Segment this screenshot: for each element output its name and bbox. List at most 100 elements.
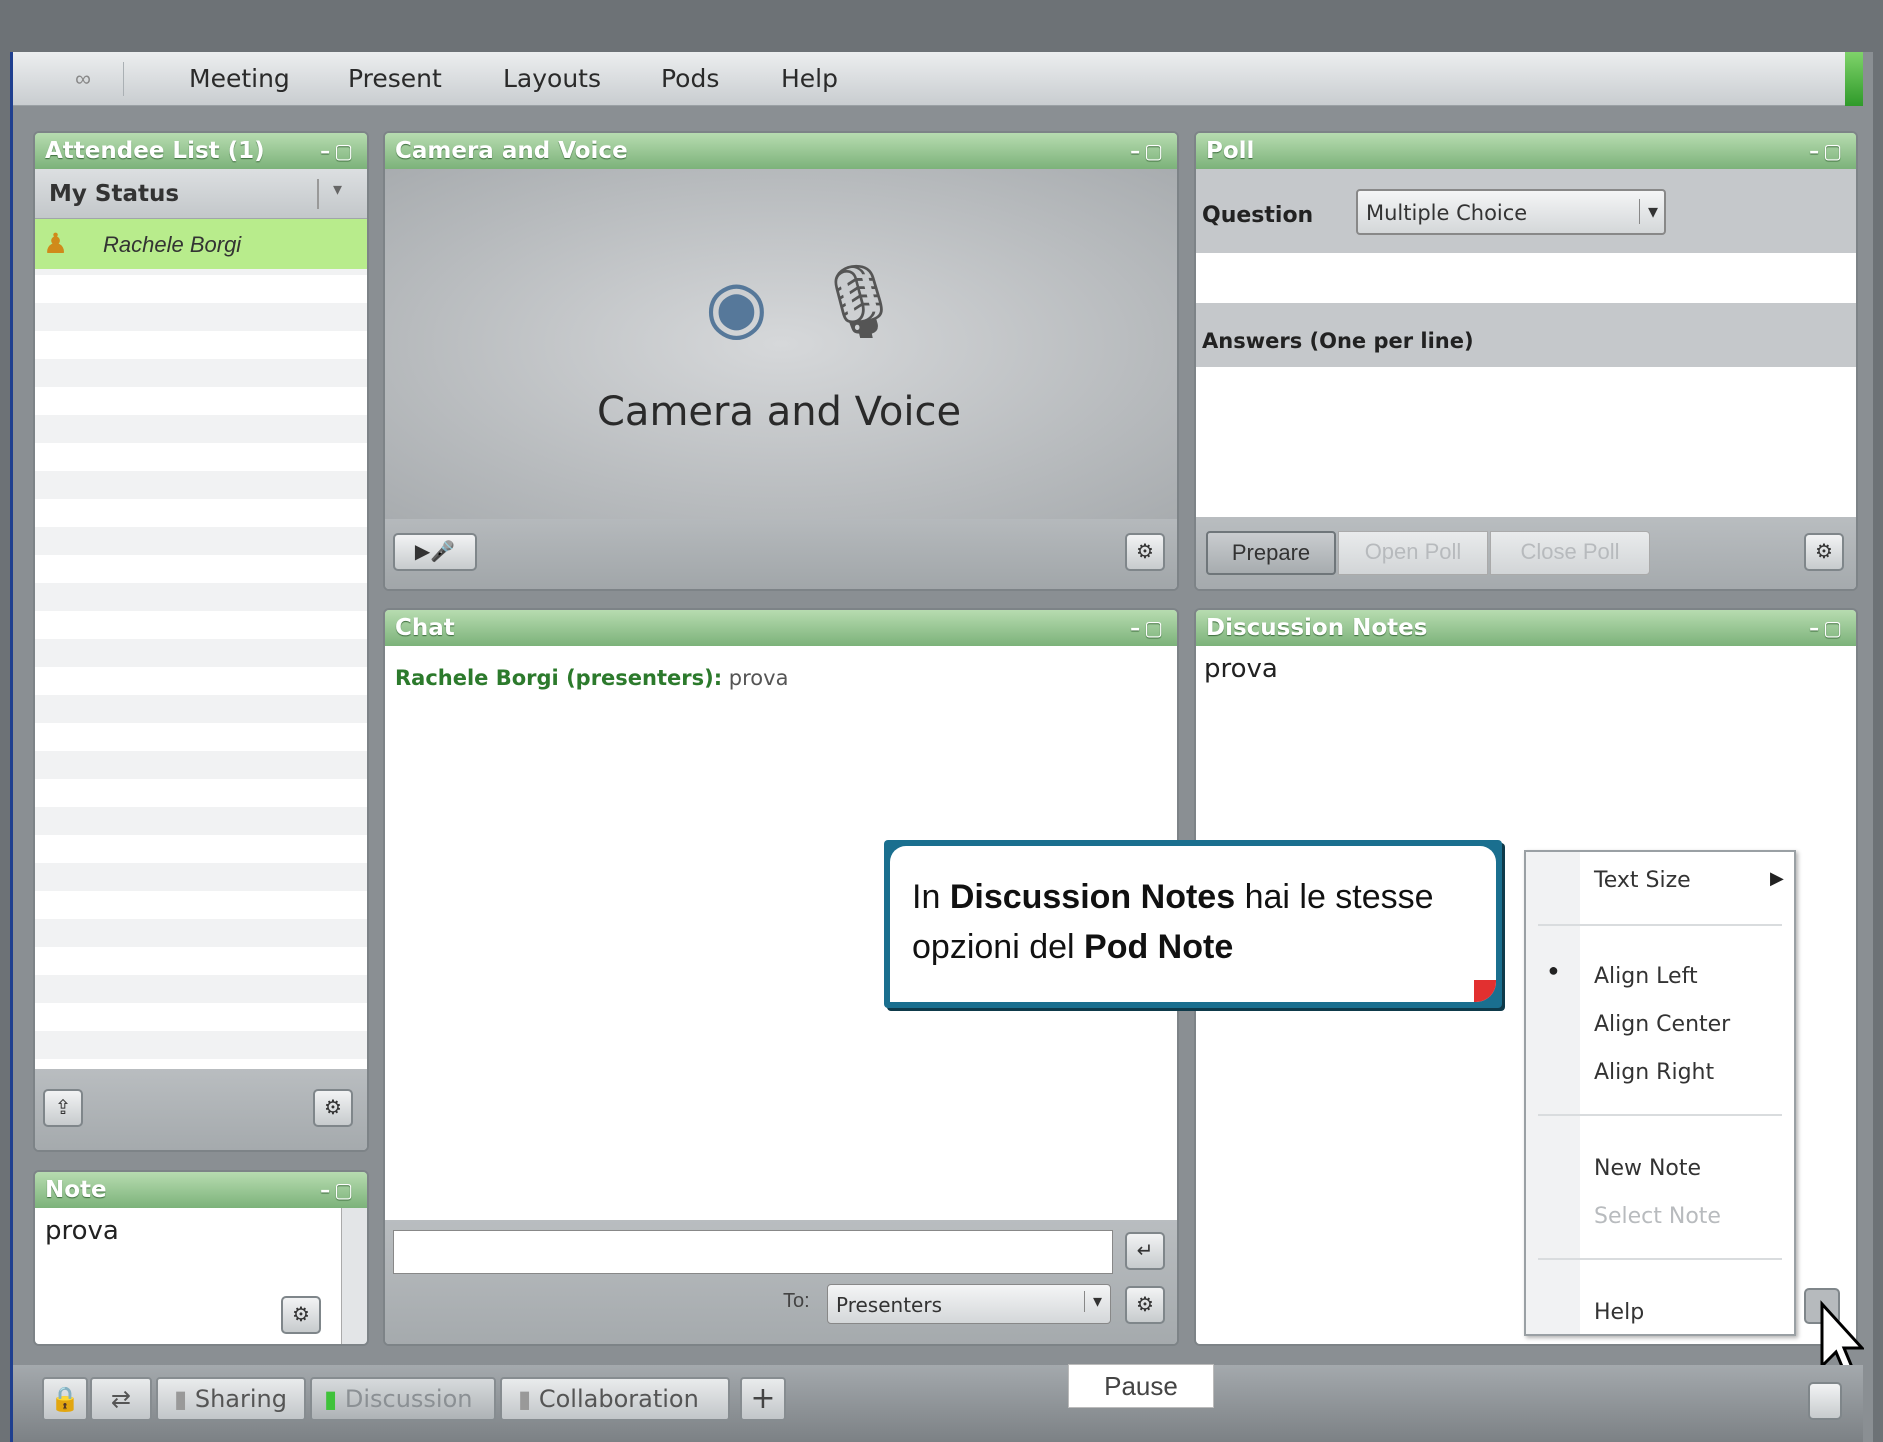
submenu-arrow-icon: ▶ (1770, 868, 1784, 888)
pod-options-icon[interactable]: ⚙ (1125, 533, 1165, 571)
chat-recipient-select[interactable]: Presenters ▾ (827, 1284, 1111, 1324)
open-poll-button[interactable]: Open Poll (1338, 531, 1488, 575)
chat-input-area: ↵ To: Presenters ▾ ⚙ (385, 1220, 1177, 1344)
attendee-footer: ⇪ ⚙ (35, 1069, 367, 1150)
menu-separator (1538, 924, 1782, 926)
tab-collaboration[interactable]: ▮ Collaboration (500, 1377, 730, 1421)
menu-separator (1538, 1114, 1782, 1116)
callout-text-part: In (912, 878, 950, 916)
menu-item-align-right[interactable]: Align Right (1594, 1060, 1714, 1085)
menubar: ∞ Meeting Present Layouts Pods Help (13, 52, 1863, 106)
send-message-icon[interactable]: ↵ (1125, 1232, 1165, 1270)
menu-separator (1538, 1258, 1782, 1260)
start-camera-voice-icon[interactable]: ▶🎤 (393, 533, 477, 571)
pod-options-menu: Text Size ▶ ● Align Left Align Center Al… (1524, 850, 1796, 1336)
attendee-list-pod: Attendee List (1) –▢ My Status ▾ ♟ Rachel… (33, 131, 369, 1152)
pod-window-controls[interactable]: –▢ (1130, 610, 1167, 646)
callout-bold-text: Discussion Notes (949, 878, 1236, 916)
camera-area: ◉ 🎙 Camera and Voice (385, 169, 1177, 519)
callout-corner-mark (1474, 980, 1496, 1002)
tutorial-callout: In Discussion Notes hai le stesse opzion… (884, 840, 1502, 1008)
attendee-row[interactable]: ♟ Rachele Borgi (35, 219, 367, 269)
menu-help[interactable]: Help (781, 64, 838, 93)
pod-title: Poll (1206, 138, 1255, 164)
menu-item-align-center[interactable]: Align Center (1594, 1012, 1730, 1037)
pod-window-controls[interactable]: –▢ (1130, 133, 1167, 169)
camera-voice-label: Camera and Voice (597, 389, 962, 435)
close-poll-button[interactable]: Close Poll (1490, 531, 1650, 575)
note-scrollbar[interactable] (341, 1208, 367, 1344)
chevron-down-icon[interactable]: ▾ (1638, 199, 1658, 224)
my-status-bar[interactable]: My Status ▾ (35, 169, 367, 219)
prepare-button[interactable]: Prepare (1206, 531, 1336, 575)
selected-bullet-icon: ● (1548, 960, 1559, 980)
tab-grip-icon: ▮ (518, 1385, 539, 1413)
note-text: prova (45, 1216, 119, 1246)
note-content-area[interactable]: prova ⚙ (35, 1208, 341, 1344)
pause-button[interactable]: Pause (1068, 1364, 1214, 1408)
note-pod: Note –▢ prova ⚙ (33, 1170, 369, 1346)
microphone-icon: 🎙 (813, 262, 905, 342)
pod-header: Attendee List (1) –▢ (35, 133, 367, 169)
poll-toolbar: Prepare Open Poll Close Poll ⚙ (1196, 517, 1856, 589)
connect-logo-icon[interactable]: ∞ (43, 62, 124, 96)
pod-title: Note (45, 1177, 107, 1203)
question-label: Question (1202, 203, 1314, 228)
tab-sharing[interactable]: ▮ Sharing (156, 1377, 306, 1421)
answers-input[interactable] (1196, 367, 1856, 517)
attendee-name: Rachele Borgi (103, 232, 242, 257)
answers-label: Answers (One per line) (1202, 329, 1474, 353)
pod-options-icon[interactable]: ⚙ (1125, 1286, 1165, 1324)
menu-layouts[interactable]: Layouts (503, 64, 601, 93)
menu-pods[interactable]: Pods (661, 64, 719, 93)
recipient-value: Presenters (836, 1293, 942, 1317)
chat-message: Rachele Borgi (presenters): prova (395, 666, 788, 690)
menu-item-text-size[interactable]: Text Size (1594, 868, 1691, 893)
pod-window-controls[interactable]: –▢ (1809, 610, 1846, 646)
menu-item-select-note[interactable]: Select Note (1594, 1204, 1721, 1229)
chat-input[interactable] (393, 1230, 1113, 1274)
notes-text: prova (1204, 654, 1278, 684)
lock-icon[interactable]: 🔒 (42, 1377, 88, 1421)
pod-header: Discussion Notes –▢ (1196, 610, 1856, 646)
to-label: To: (783, 1290, 810, 1312)
chevron-down-icon[interactable]: ▾ (333, 179, 342, 200)
pod-title: Discussion Notes (1206, 615, 1428, 641)
chat-text: prova (722, 666, 789, 690)
camera-toolbar: ▶🎤 ⚙ (385, 519, 1177, 589)
add-layout-button[interactable]: + (740, 1377, 786, 1421)
tab-label: Discussion (344, 1385, 473, 1413)
pod-title: Attendee List (1) (45, 138, 265, 164)
tab-label: Collaboration (538, 1385, 699, 1413)
menu-meeting[interactable]: Meeting (189, 64, 290, 93)
menu-item-help[interactable]: Help (1594, 1300, 1644, 1325)
layout-options-icon[interactable] (1808, 1382, 1842, 1420)
pod-header: Note –▢ (35, 1172, 367, 1208)
layout-shuffle-icon[interactable]: ⇄ (90, 1377, 152, 1421)
pod-window-controls[interactable]: –▢ (320, 133, 357, 169)
pod-options-icon[interactable]: ⚙ (281, 1296, 321, 1334)
tab-discussion[interactable]: ▮ Discussion (310, 1377, 496, 1421)
tab-grip-icon: ▮ (174, 1385, 195, 1413)
pod-options-icon[interactable]: ⚙ (1804, 533, 1844, 571)
pod-options-icon[interactable]: ⚙ (313, 1089, 353, 1127)
add-attendee-icon[interactable]: ⇪ (43, 1089, 83, 1127)
menu-item-align-left[interactable]: Align Left (1594, 964, 1698, 989)
chevron-down-icon[interactable]: ▾ (1083, 1291, 1102, 1312)
menu-present[interactable]: Present (348, 64, 442, 93)
callout-body: In Discussion Notes hai le stesse opzion… (890, 846, 1496, 1002)
question-input[interactable] (1196, 253, 1856, 303)
pod-window-controls[interactable]: –▢ (320, 1172, 357, 1208)
connection-status-indicator (1845, 52, 1863, 106)
pod-title: Chat (395, 615, 455, 641)
poll-type-value: Multiple Choice (1366, 201, 1528, 225)
my-status-label: My Status (49, 181, 180, 207)
pod-header: Poll –▢ (1196, 133, 1856, 169)
chat-sender: Rachele Borgi (presenters): (395, 666, 723, 690)
webcam-icon: ◉ (705, 267, 768, 347)
pod-window-controls[interactable]: –▢ (1809, 133, 1846, 169)
menu-item-new-note[interactable]: New Note (1594, 1156, 1701, 1181)
poll-type-select[interactable]: Multiple Choice ▾ (1356, 189, 1666, 235)
pod-header: Chat –▢ (385, 610, 1177, 646)
attendee-list: ♟ Rachele Borgi (35, 219, 367, 1069)
